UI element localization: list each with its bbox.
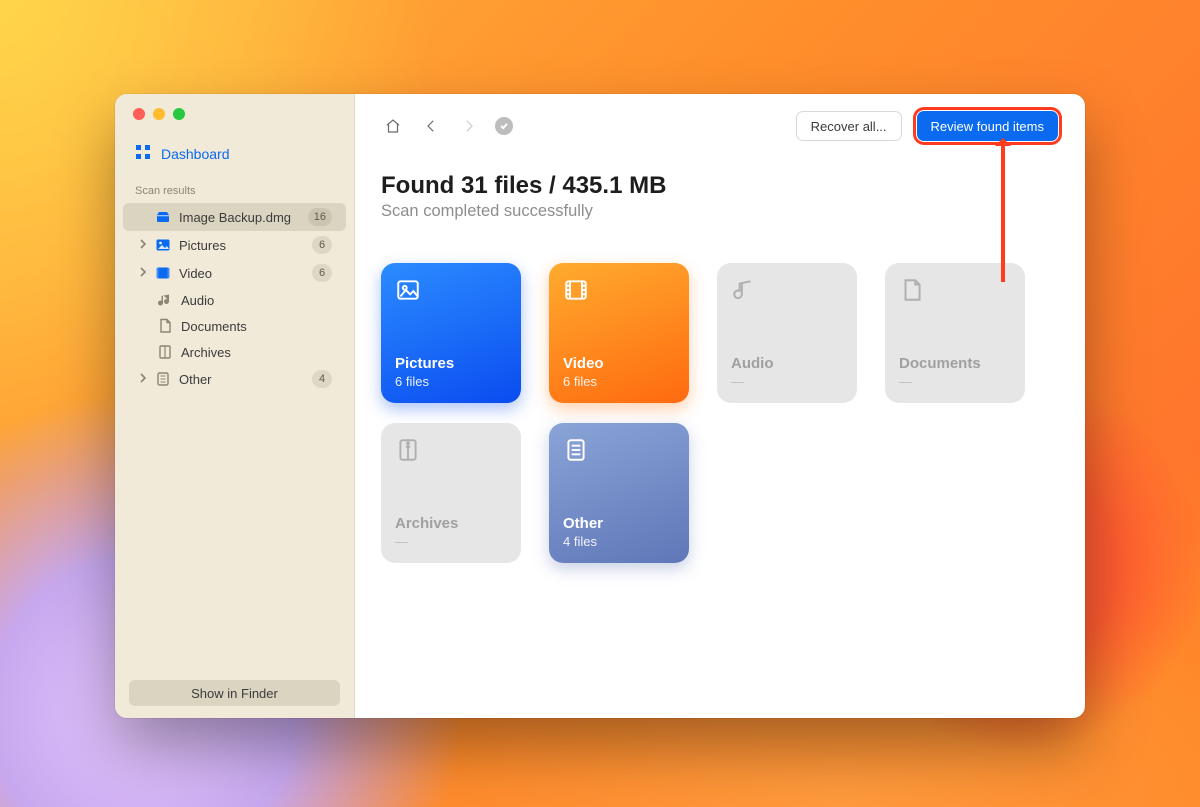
results-subtitle: Scan completed successfully xyxy=(381,202,1059,221)
sidebar-item-video[interactable]: Video 6 xyxy=(123,259,346,287)
tile-video[interactable]: Video 6 files xyxy=(549,263,689,403)
scan-complete-status-icon xyxy=(495,117,513,135)
sidebar-item-label: Pictures xyxy=(179,238,226,253)
tile-label: Audio xyxy=(731,355,843,372)
documents-icon xyxy=(157,318,173,334)
count-badge: 6 xyxy=(312,236,332,254)
video-icon xyxy=(155,265,171,281)
app-window: Dashboard Scan results Image Backup.dmg … xyxy=(115,94,1085,718)
sidebar: Dashboard Scan results Image Backup.dmg … xyxy=(115,94,355,718)
chevron-right-icon xyxy=(139,266,147,281)
results-title: Found 31 files / 435.1 MB xyxy=(381,172,1059,200)
sidebar-item-documents[interactable]: Documents xyxy=(123,313,346,339)
recover-all-button[interactable]: Recover all... xyxy=(796,111,902,141)
tile-label: Video xyxy=(563,355,675,372)
main-content: Recover all... Review found items Found … xyxy=(355,94,1085,718)
home-button[interactable] xyxy=(381,114,405,138)
tile-documents[interactable]: Documents — xyxy=(885,263,1025,403)
tile-pictures[interactable]: Pictures 6 files xyxy=(381,263,521,403)
tile-count: — xyxy=(731,374,843,389)
count-badge: 16 xyxy=(308,208,332,226)
back-button[interactable] xyxy=(419,114,443,138)
count-badge: 6 xyxy=(312,264,332,282)
archives-icon xyxy=(395,437,421,463)
audio-icon xyxy=(731,277,757,303)
tile-count: 4 files xyxy=(563,534,675,549)
tile-archives[interactable]: Archives — xyxy=(381,423,521,563)
tile-count: 6 files xyxy=(395,374,507,389)
pictures-icon xyxy=(395,277,421,303)
close-window-button[interactable] xyxy=(133,108,145,120)
count-badge: 4 xyxy=(312,370,332,388)
show-in-finder-button[interactable]: Show in Finder xyxy=(129,680,340,706)
window-controls xyxy=(115,108,354,120)
sidebar-item-label: Archives xyxy=(181,345,231,360)
sidebar-item-label: Documents xyxy=(181,319,247,334)
results-headline: Found 31 files / 435.1 MB Scan completed… xyxy=(381,172,1059,221)
tile-other[interactable]: Other 4 files xyxy=(549,423,689,563)
category-tiles: Pictures 6 files Video 6 files Audio — xyxy=(381,263,1059,563)
annotation-highlight: Review found items xyxy=(916,110,1059,142)
video-icon xyxy=(563,277,589,303)
disk-image-icon xyxy=(155,209,171,225)
toolbar: Recover all... Review found items xyxy=(381,110,1059,142)
chevron-right-icon xyxy=(139,238,147,253)
sidebar-item-label: Image Backup.dmg xyxy=(179,210,291,225)
review-found-items-button[interactable]: Review found items xyxy=(917,111,1058,141)
archives-icon xyxy=(157,344,173,360)
tile-audio[interactable]: Audio — xyxy=(717,263,857,403)
tile-label: Documents xyxy=(899,355,1011,372)
sidebar-item-other[interactable]: Other 4 xyxy=(123,365,346,393)
dashboard-nav[interactable]: Dashboard xyxy=(115,138,354,177)
other-icon xyxy=(563,437,589,463)
minimize-window-button[interactable] xyxy=(153,108,165,120)
annotation-arrow xyxy=(1001,140,1005,282)
tile-label: Archives xyxy=(395,515,507,532)
tile-label: Pictures xyxy=(395,355,507,372)
sidebar-item-archives[interactable]: Archives xyxy=(123,339,346,365)
tile-count: 6 files xyxy=(563,374,675,389)
maximize-window-button[interactable] xyxy=(173,108,185,120)
tile-count: — xyxy=(395,534,507,549)
sidebar-item-pictures[interactable]: Pictures 6 xyxy=(123,231,346,259)
chevron-right-icon xyxy=(139,372,147,387)
forward-button[interactable] xyxy=(457,114,481,138)
sidebar-item-label: Other xyxy=(179,372,212,387)
sidebar-item-label: Audio xyxy=(181,293,214,308)
dashboard-icon xyxy=(135,144,151,163)
other-icon xyxy=(155,371,171,387)
documents-icon xyxy=(899,277,925,303)
tile-count: — xyxy=(899,374,1011,389)
dashboard-label: Dashboard xyxy=(161,146,230,162)
sidebar-item-image-backup[interactable]: Image Backup.dmg 16 xyxy=(123,203,346,231)
sidebar-item-label: Video xyxy=(179,266,212,281)
audio-icon xyxy=(157,292,173,308)
tile-label: Other xyxy=(563,515,675,532)
section-header-scan-results: Scan results xyxy=(115,177,354,203)
sidebar-item-audio[interactable]: Audio xyxy=(123,287,346,313)
pictures-icon xyxy=(155,237,171,253)
